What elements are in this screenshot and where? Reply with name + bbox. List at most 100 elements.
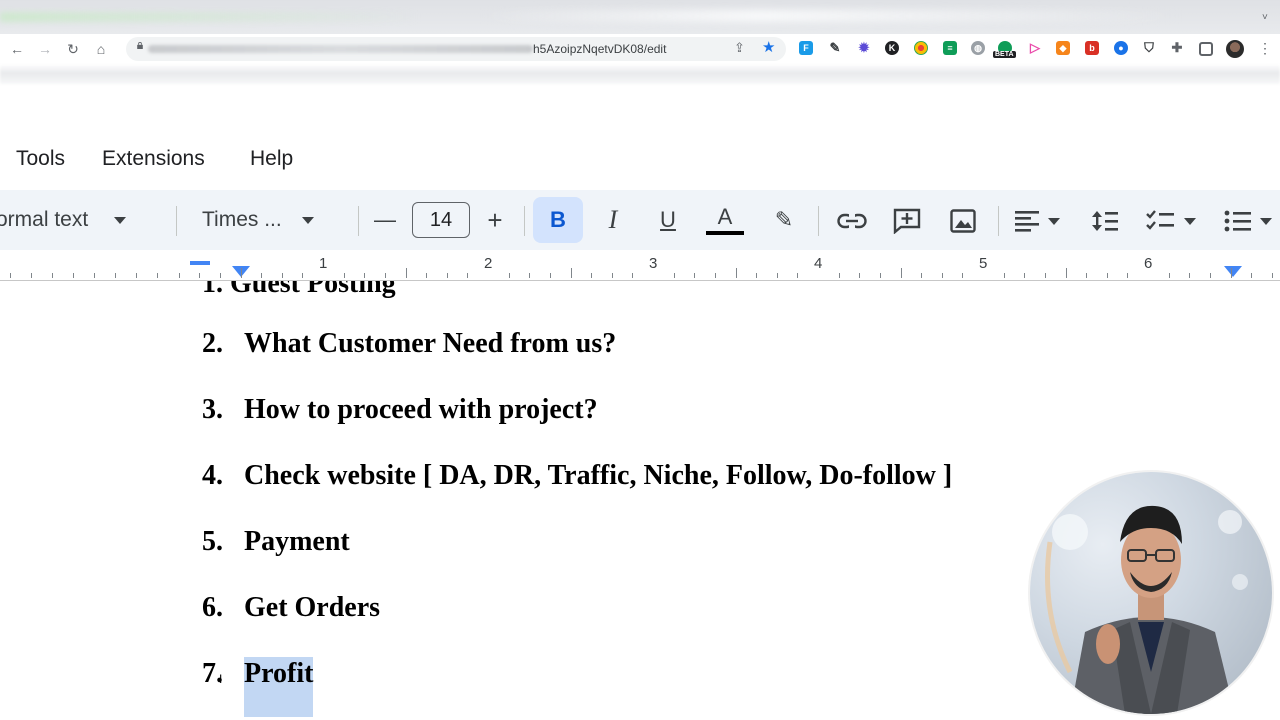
side-panel-icon[interactable] [1199,42,1213,56]
ruler-tick [1189,273,1190,278]
ruler-tick [1169,273,1170,278]
bulleted-list-dropdown[interactable] [1224,190,1280,250]
menu-help[interactable]: Help [250,140,293,178]
ruler-tick [1107,273,1108,278]
tab-overflow-icon[interactable]: ˅ [1262,12,1268,23]
ruler-number: 4 [814,255,823,272]
text-color-button[interactable]: A [711,190,739,250]
chevron-down-icon [1184,217,1196,225]
insert-image-icon[interactable] [949,190,977,250]
text-color-indicator [706,231,744,235]
list-text: How to proceed with project? [244,394,598,425]
extension-red-icon[interactable]: b [1085,41,1099,55]
checklist-icon [1146,210,1174,230]
ruler-tick [136,273,137,278]
list-number: 2. [202,328,223,359]
extension-gear-icon[interactable]: ✹ [857,41,871,55]
ruler-tick [364,273,365,278]
highlight-pen-icon[interactable]: ✎ [770,190,798,250]
ruler-tick [694,273,695,278]
list-number: 7. [202,658,223,689]
list-number: 3. [202,394,223,425]
text-cursor-icon: I [219,672,223,686]
ruler-tick [880,273,881,278]
list-item-partial[interactable]: 1. Guest Posting [202,281,396,301]
list-item[interactable]: 3. How to proceed with project? [202,393,598,427]
ruler-tick [736,268,737,278]
extension-icon-1[interactable]: F [799,41,813,55]
browser-menu-icon[interactable]: ⋮ [1258,40,1272,57]
extension-shield-icon[interactable]: ⛉ [1142,41,1156,55]
menu-tools[interactable]: Tools [16,140,65,178]
ruler-tick [550,273,551,278]
bold-button[interactable]: B [533,197,583,243]
ruler-tick [115,273,116,278]
ruler-tick [1272,273,1273,278]
ruler-tick [962,273,963,278]
ruler-tick [52,273,53,278]
list-item-selected[interactable]: 7. Profit [202,657,314,717]
insert-link-icon[interactable] [836,190,868,250]
ruler-number: 6 [1144,255,1153,272]
extension-eyedropper-icon[interactable]: ✎ [828,41,842,55]
decrease-font-size-button[interactable]: — [373,190,397,250]
extension-play-icon[interactable]: ▷ [1028,41,1042,55]
checklist-dropdown[interactable] [1146,190,1206,250]
ruler-number: 3 [649,255,658,272]
profile-avatar[interactable] [1226,40,1244,58]
italic-button[interactable]: I [600,190,626,250]
ruler-tick [1024,273,1025,278]
paragraph-style-dropdown[interactable]: ormal text [0,190,127,250]
ruler-tick [612,273,613,278]
list-text: Check website [ DA, DR, Traffic, Niche, … [244,460,953,491]
ruler-tick [31,273,32,278]
extension-sheets-icon[interactable]: ≡ [943,41,957,55]
font-family-label: Times ... [202,208,282,231]
ruler-tick [1004,273,1005,278]
extension-k-icon[interactable]: K [885,41,899,55]
font-size-input[interactable]: 14 [412,202,470,238]
home-icon[interactable]: ⌂ [92,40,110,58]
address-bar[interactable]: h5AzoipzNqetvDK08/edit ⇪ ★ [126,37,786,61]
forward-icon[interactable]: → [36,40,54,58]
horizontal-ruler[interactable]: 1 2 3 4 5 6 [0,252,1280,281]
share-icon[interactable]: ⇪ [734,40,745,56]
toolbar-divider [358,206,359,236]
chrome-divider [0,64,1280,84]
right-indent-marker[interactable] [1224,266,1242,277]
add-comment-icon[interactable] [892,190,922,250]
align-dropdown[interactable] [1014,190,1068,250]
ruler-tick [1127,273,1128,278]
back-icon[interactable]: ← [8,40,26,58]
chevron-down-icon [114,216,127,224]
presenter-video-icon [1045,505,1248,714]
toolbar-divider [176,206,177,236]
list-text: Get Orders [244,592,381,623]
ruler-tick [406,268,407,278]
extensions-puzzle-icon[interactable]: ✚ [1170,41,1184,55]
list-number: 4. [202,460,223,491]
list-item[interactable]: 6. Get Orders [202,591,380,625]
underline-button[interactable]: U [655,190,681,250]
bookmark-star-icon[interactable]: ★ [762,38,775,56]
list-item[interactable]: 5. Payment [202,525,350,559]
list-item[interactable]: 2. What Customer Need from us? [202,327,616,361]
line-spacing-icon[interactable] [1090,190,1120,250]
ruler-tick [10,273,11,278]
extension-globe-icon[interactable]: ◍ [971,41,985,55]
reload-icon[interactable]: ↻ [64,40,82,58]
ruler-tick [942,273,943,278]
toolbar-divider [524,206,525,236]
list-item[interactable]: 4. Check website [ DA, DR, Traffic, Niche… [202,459,952,493]
extension-metamask-icon[interactable]: ◆ [1056,41,1070,55]
increase-font-size-button[interactable]: + [483,190,507,250]
font-family-dropdown[interactable]: Times ... [202,190,314,250]
extension-chrome-icon[interactable] [914,41,928,55]
menu-extensions[interactable]: Extensions [102,140,205,178]
docs-toolbar: ormal text Times ... — 14 + B I U A ✎ [0,190,1280,250]
first-line-indent-marker[interactable] [190,261,210,265]
list-number: 6. [202,592,223,623]
extension-blue-icon[interactable]: ● [1114,41,1128,55]
ruler-tick [777,273,778,278]
ruler-tick [241,268,242,278]
